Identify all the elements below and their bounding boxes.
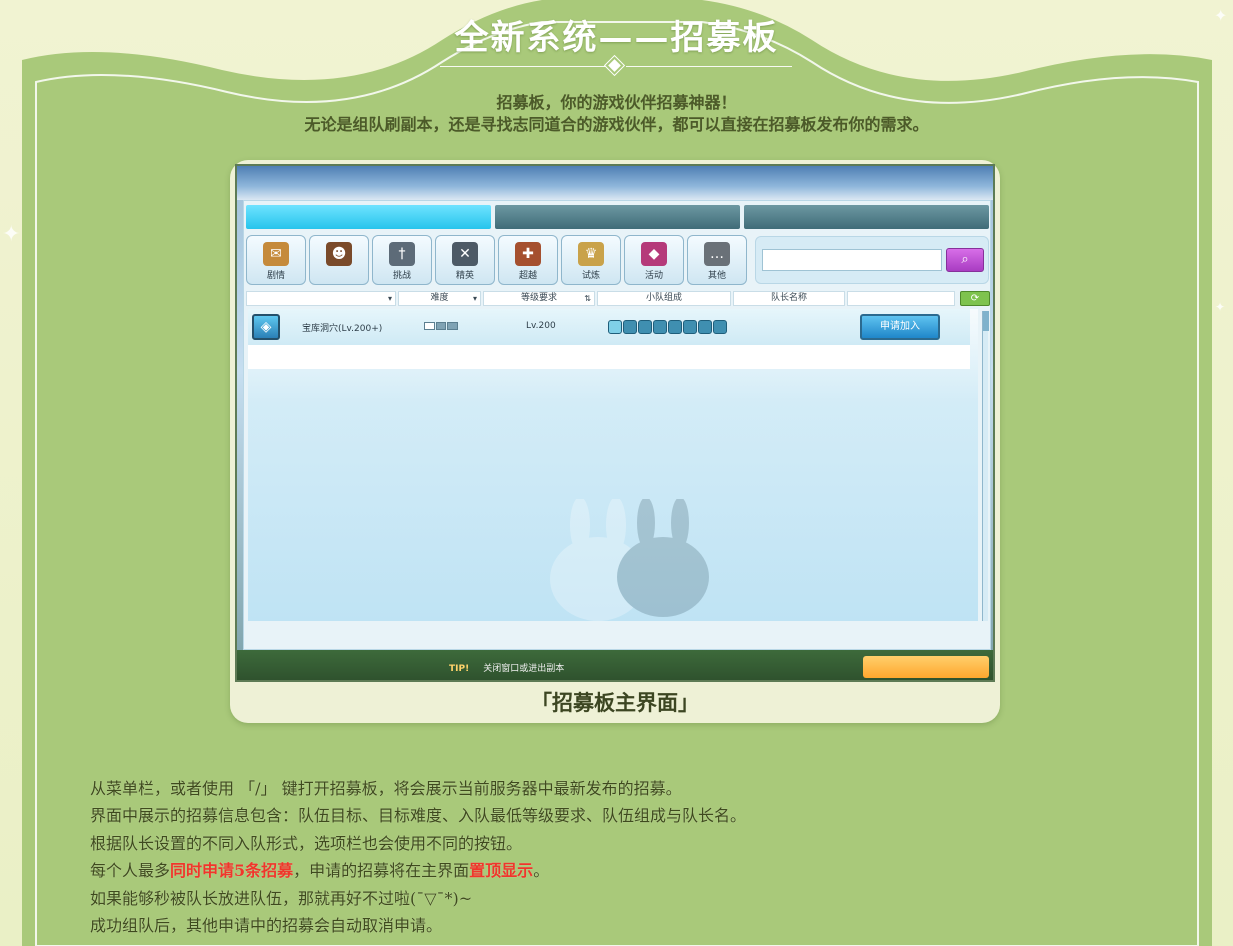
description-line: 从菜单栏，或者使用 「/」 键打开招募板，将会展示当前服务器中最新发布的招募。	[90, 779, 682, 798]
recruitment-board-screenshot: ✉ 剧情 ☻ † 挑战 ✕ 精英 ✚ 超越 ♛ 试炼 ◆ 活动 … 其他 ⌕ ▾…	[235, 164, 995, 682]
category-challenge-button[interactable]: † 挑战	[372, 235, 432, 285]
crossed-swords-icon: ✕	[452, 242, 478, 266]
party-slot-icon	[713, 320, 727, 334]
party-slot-icon	[683, 320, 697, 334]
crown-icon: ♛	[578, 242, 604, 266]
chevron-down-icon: ▾	[387, 294, 392, 303]
search-icon: ⌕	[961, 252, 969, 267]
gem-icon: ◆	[641, 242, 667, 266]
tip-text: TIP! 关闭窗口或进出副本	[449, 664, 565, 674]
chevron-down-icon: ▾	[472, 294, 477, 303]
refresh-icon: ⟳	[970, 293, 980, 304]
mascot-watermark	[528, 497, 728, 639]
table-row[interactable]: ◈ 宝库洞穴(Lv.200+) Lv.200 申请加入	[248, 309, 970, 345]
recruitment-window: ✉ 剧情 ☻ † 挑战 ✕ 精英 ✚ 超越 ♛ 试炼 ◆ 活动 … 其他 ⌕ ▾…	[243, 200, 991, 650]
refresh-button[interactable]: ⟳	[960, 291, 990, 306]
apply-join-button[interactable]: 申请加入	[860, 314, 940, 340]
search-button[interactable]: ⌕	[946, 248, 984, 272]
dungeon-name: 宝库洞穴(Lv.200+)	[302, 324, 383, 334]
chat-bubble-icon: …	[704, 242, 730, 266]
party-slot-icon	[623, 320, 637, 334]
party-slot-icon	[608, 320, 622, 334]
list-scrollbar[interactable]	[982, 311, 989, 621]
party-slot-icon	[638, 320, 652, 334]
sword-icon: †	[389, 242, 415, 266]
description-text: 从菜单栏，或者使用 「/」 键打开招募板，将会展示当前服务器中最新发布的招募。 …	[90, 778, 1090, 942]
search-input[interactable]	[762, 249, 942, 271]
column-level-requirement[interactable]: 等级要求 ⇅	[483, 291, 595, 306]
level-requirement: Lv.200	[526, 321, 556, 331]
intro-line-2: 无论是组队刷副本，还是寻找志同道合的游戏伙伴，都可以直接在招募板发布你的需求。	[304, 115, 929, 134]
intro-line-1: 招募板，你的游戏伙伴招募神器！	[496, 93, 737, 112]
category-story-button[interactable]: ✉ 剧情	[246, 235, 306, 285]
category-event-button[interactable]: ◆ 活动	[624, 235, 684, 285]
category-trial-button[interactable]: ♛ 试炼	[561, 235, 621, 285]
warrior-icon: ✚	[515, 242, 541, 266]
game-sky	[237, 166, 993, 200]
diamond-icon	[605, 56, 624, 75]
description-line: 成功组队后，其他申请中的招募会自动取消申请。	[90, 915, 443, 935]
column-difficulty[interactable]: 难度 ▾	[398, 291, 481, 306]
tab-applications[interactable]	[744, 205, 989, 229]
confirm-button[interactable]	[863, 656, 989, 678]
party-slots	[608, 320, 727, 334]
game-footer: TIP! 关闭窗口或进出副本	[237, 650, 993, 680]
column-action	[847, 291, 955, 306]
description-line: 根据队长设置的不同入队形式，选项栏也会使用不同的按钮。	[90, 833, 523, 853]
description-line: 如果能够秒被队长放进队伍，那就再好不过啦(¯▽¯*)~	[90, 888, 473, 908]
tab-recruit-list[interactable]	[246, 205, 491, 229]
difficulty-indicator	[424, 322, 459, 330]
sort-icon: ⇅	[584, 294, 591, 303]
sparkle-icon: ✦	[1215, 300, 1226, 314]
screenshot-caption: 「招募板主界面」	[531, 690, 699, 715]
column-header-bar: ▾ 难度 ▾ 等级要求 ⇅ 小队组成 队长名称 ⟳	[246, 291, 991, 307]
description-line: 界面中展示的招募信息包含：队伍目标、目标难度、入队最低等级要求、队伍组成与队长名…	[90, 806, 747, 826]
category-beyond-button[interactable]: ✚ 超越	[498, 235, 558, 285]
column-party: 小队组成	[597, 291, 731, 306]
tab-bar	[244, 201, 992, 231]
description-line: 每个人最多同时申请5条招募，申请的招募将在主界面置顶显示。	[90, 861, 550, 881]
search-panel: ⌕	[755, 236, 989, 284]
tab-my-recruit[interactable]	[495, 205, 740, 229]
recruit-list: ◈ 宝库洞穴(Lv.200+) Lv.200 申请加入	[248, 309, 978, 621]
category-character-button[interactable]: ☻	[309, 235, 369, 285]
party-slot-icon	[698, 320, 712, 334]
page-title: 全新系统——招募板	[454, 18, 779, 58]
filter-target-dropdown[interactable]: ▾	[246, 291, 396, 306]
category-elite-button[interactable]: ✕ 精英	[435, 235, 495, 285]
crystal-icon: ◈	[252, 314, 280, 340]
party-slot-icon	[668, 320, 682, 334]
title-divider	[440, 56, 792, 76]
category-other-button[interactable]: … 其他	[687, 235, 747, 285]
sparkle-icon: ✦	[2, 222, 21, 247]
column-leader: 队长名称	[733, 291, 845, 306]
character-icon: ☻	[326, 242, 352, 266]
category-bar: ✉ 剧情 ☻ † 挑战 ✕ 精英 ✚ 超越 ♛ 试炼 ◆ 活动 … 其他	[246, 235, 751, 287]
party-slot-icon	[653, 320, 667, 334]
scroll-icon: ✉	[263, 242, 289, 266]
list-item	[248, 345, 970, 369]
